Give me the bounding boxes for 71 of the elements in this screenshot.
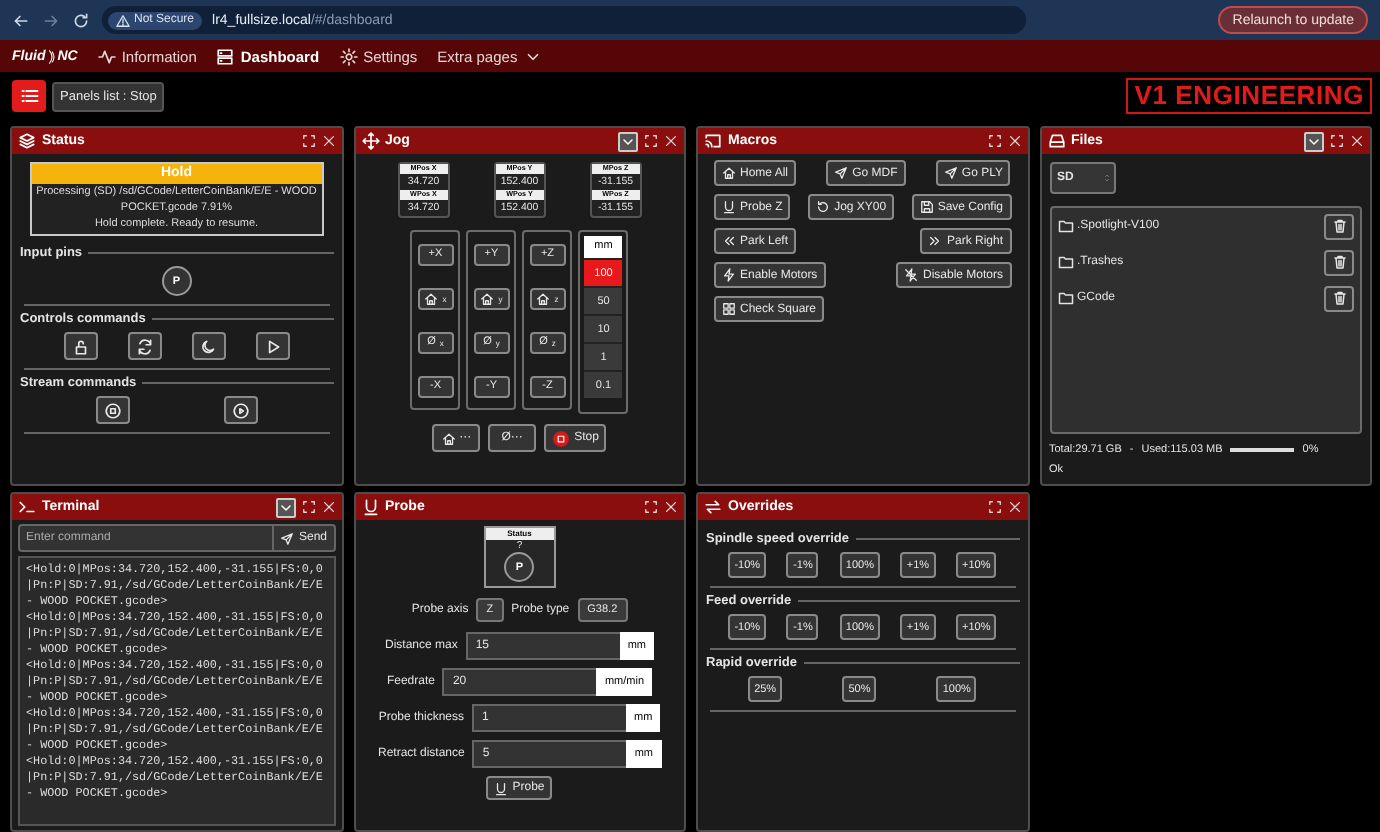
folder-icon: [1057, 254, 1073, 270]
chevron-down-icon[interactable]: [618, 131, 638, 151]
moon-button[interactable]: [191, 332, 226, 360]
menu-icon: [19, 86, 39, 106]
folder-icon: [1057, 290, 1073, 306]
probe-icon: [361, 498, 379, 516]
unlocked-padlock-icon: [71, 337, 90, 355]
close-icon[interactable]: [1007, 500, 1021, 514]
lightning-icon: [722, 268, 736, 282]
stop-circle-icon: [552, 429, 571, 447]
home-icon: [424, 291, 439, 305]
close-icon[interactable]: [664, 134, 678, 148]
move-arrows-icon: [361, 132, 379, 150]
screen-cast-icon: [704, 132, 722, 150]
play-button[interactable]: [255, 332, 290, 360]
fullscreen-icon[interactable]: [301, 134, 315, 148]
close-icon[interactable]: [1350, 134, 1364, 148]
close-icon[interactable]: [1007, 134, 1021, 148]
swap-arrows-icon: [704, 498, 722, 516]
fullscreen-icon[interactable]: [987, 134, 1001, 148]
home-icon: [480, 291, 495, 305]
brand-logo-text: V1 ENGINEERING: [1126, 78, 1372, 114]
home-icon: [536, 291, 551, 305]
stop-circle-button[interactable]: [95, 396, 130, 424]
play-circle-button[interactable]: [223, 396, 258, 424]
double-chevron-left-icon: [722, 234, 736, 248]
trash-icon: [1331, 254, 1347, 270]
trash-icon: [1331, 290, 1347, 306]
probe-icon: [722, 200, 736, 214]
server-icon: [216, 47, 235, 65]
folder-icon: [1057, 218, 1073, 234]
home-icon: [441, 431, 456, 445]
fullscreen-icon[interactable]: [644, 134, 658, 148]
four-squares-icon: [722, 302, 736, 316]
fullscreen-icon[interactable]: [301, 500, 315, 514]
fullscreen-icon[interactable]: [987, 500, 1001, 514]
reload-icon[interactable]: [72, 11, 90, 29]
double-chevron-right-icon: [928, 234, 943, 248]
play-icon: [263, 337, 282, 355]
chevron-down-icon[interactable]: [275, 497, 295, 517]
layers-icon: [18, 132, 36, 150]
pulse-line-icon: [97, 47, 116, 65]
delete-button[interactable]: [1324, 249, 1354, 275]
fullscreen-icon[interactable]: [1330, 134, 1344, 148]
delete-button[interactable]: [1324, 213, 1354, 239]
crossed-lightning-icon: [904, 268, 919, 282]
refresh-icon: [135, 337, 154, 355]
settings-icon: [339, 47, 358, 65]
rotate-arrow-icon: [816, 200, 831, 214]
probe-icon: [494, 781, 509, 795]
paper-plane-icon: [280, 531, 295, 545]
unlocked-padlock-button[interactable]: [63, 332, 98, 360]
moon-icon: [199, 337, 218, 355]
trash-icon: [1331, 218, 1347, 234]
drive-icon: [1047, 132, 1065, 150]
chevron-down-icon[interactable]: [1304, 131, 1324, 151]
close-icon[interactable]: [664, 500, 678, 514]
paper-plane-icon: [943, 166, 958, 180]
close-icon[interactable]: [321, 134, 335, 148]
home-icon: [722, 166, 736, 180]
fullscreen-icon[interactable]: [644, 500, 658, 514]
forward-arrow-icon[interactable]: [42, 11, 60, 29]
menu-button[interactable]: [12, 80, 46, 112]
close-icon[interactable]: [321, 500, 335, 514]
back-arrow-icon[interactable]: [12, 11, 30, 29]
logo-mark-icon: [47, 47, 56, 65]
refresh-button[interactable]: [127, 332, 162, 360]
warning-icon: [116, 13, 130, 27]
delete-button[interactable]: [1324, 285, 1354, 311]
paper-plane-icon: [834, 166, 849, 180]
terminal-prompt-icon: [18, 498, 36, 516]
